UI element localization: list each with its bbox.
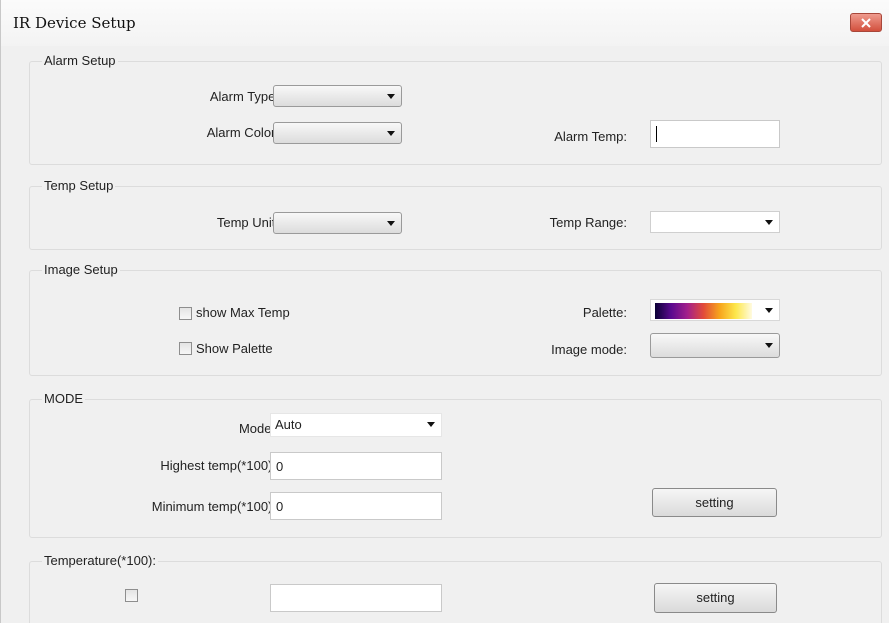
alarm-setup-group: Alarm Setup Alarm Type: Alarm Color: Ala… [29,53,882,165]
palette-label: Palette: [582,305,627,320]
chevron-down-icon [765,343,773,348]
temperature-setting-button[interactable]: setting [654,583,777,613]
temp-setup-title: Temp Setup [42,178,116,193]
temp-unit-select[interactable] [273,212,402,234]
show-palette-label[interactable]: Show Palette [196,341,273,356]
minimum-temp-value: 0 [276,499,284,514]
image-mode-label: Image mode: [551,342,627,357]
palette-gradient-swatch [655,303,752,319]
alarm-color-select[interactable] [273,122,402,144]
title-bar: IR Device Setup [1,0,889,46]
temp-setup-group: Temp Setup Temp Unit: Temp Range: [29,178,882,250]
temperature-checkbox[interactable] [125,589,138,602]
close-icon [861,18,871,28]
text-caret [656,126,657,142]
chevron-down-icon [765,220,773,225]
window-title: IR Device Setup [13,14,136,32]
chevron-down-icon [387,221,395,226]
image-mode-select[interactable] [650,333,780,358]
model-value: Auto [275,417,302,432]
close-button[interactable] [850,13,882,32]
alarm-type-label: Alarm Type: [209,89,279,104]
model-select[interactable]: Auto [270,413,442,437]
mode-title: MODE [42,391,85,406]
alarm-temp-input[interactable] [650,120,780,148]
chevron-down-icon [387,94,395,99]
ir-device-setup-window: IR Device Setup Alarm Setup Alarm Type: … [0,0,889,623]
highest-temp-value: 0 [276,459,284,474]
image-setup-title: Image Setup [42,262,120,277]
chevron-down-icon [427,422,435,427]
palette-select[interactable] [650,299,780,321]
show-max-temp-checkbox[interactable] [179,307,192,320]
alarm-type-select[interactable] [273,85,402,107]
minimum-temp-label: Minimum temp(*100): [151,499,276,514]
chevron-down-icon [765,308,773,313]
temp-range-label: Temp Range: [549,215,627,230]
minimum-temp-input[interactable]: 0 [270,492,442,520]
alarm-color-label: Alarm Color: [206,125,279,140]
highest-temp-label: Highest temp(*100): [160,458,276,473]
temperature-title: Temperature(*100): [42,553,158,568]
highest-temp-input[interactable]: 0 [270,452,442,480]
temp-unit-label: Temp Unit: [216,215,279,230]
temp-range-select[interactable] [650,211,780,233]
show-palette-checkbox[interactable] [179,342,192,355]
temperature-input[interactable] [270,584,442,612]
show-max-temp-label[interactable]: show Max Temp [196,305,290,320]
mode-group: MODE Model: Auto Highest temp(*100): 0 M… [29,391,882,538]
temperature-group: Temperature(*100): setting [29,553,882,623]
mode-setting-button[interactable]: setting [652,488,777,517]
alarm-temp-label: Alarm Temp: [554,129,627,144]
alarm-setup-title: Alarm Setup [42,53,118,68]
image-setup-group: Image Setup show Max Temp Show Palette P… [29,262,882,376]
chevron-down-icon [387,131,395,136]
